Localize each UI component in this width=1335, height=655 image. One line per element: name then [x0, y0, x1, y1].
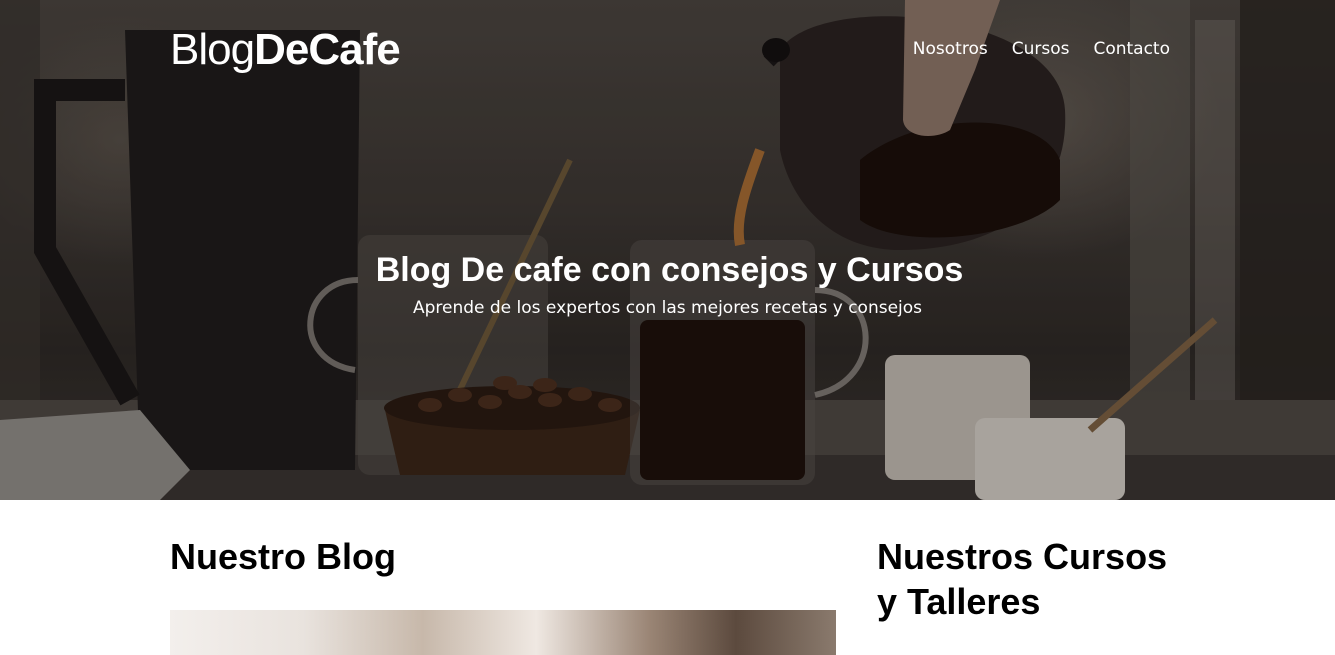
logo-text-light: Blog: [170, 25, 255, 74]
courses-heading: Nuestros Cursos y Talleres: [877, 536, 1168, 622]
blog-post-image[interactable]: [170, 610, 836, 655]
nav-link-cursos[interactable]: Cursos: [1012, 37, 1070, 61]
hero-subtitle: Aprende de los expertos con las mejores …: [412, 298, 923, 318]
main-nav: Nosotros Cursos Contacto: [913, 37, 1170, 61]
hero-banner: BlogDeCafe Nosotros Cursos Contacto Blog…: [0, 0, 1335, 500]
site-logo[interactable]: BlogDeCafe: [170, 24, 401, 76]
nav-link-nosotros[interactable]: Nosotros: [913, 37, 988, 61]
nav-link-contacto[interactable]: Contacto: [1093, 37, 1170, 61]
hero-text: Blog De cafe con consejos y Cursos Apren…: [0, 248, 1335, 320]
hero-title: Blog De cafe con consejos y Cursos: [375, 251, 964, 289]
site-header: BlogDeCafe Nosotros Cursos Contacto: [170, 24, 1170, 76]
blog-heading: Nuestro Blog: [170, 536, 397, 577]
logo-text-bold: DeCafe: [254, 25, 401, 74]
